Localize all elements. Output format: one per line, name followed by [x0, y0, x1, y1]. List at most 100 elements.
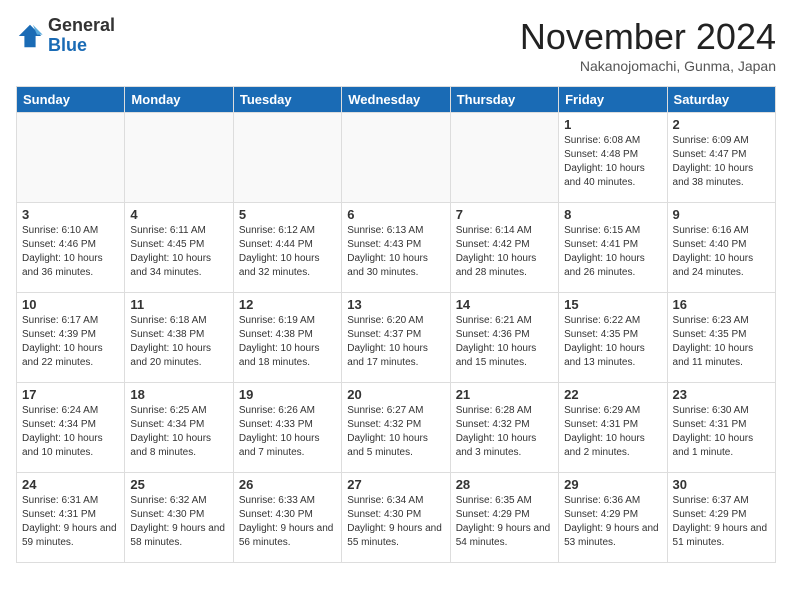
- day-info: Sunrise: 6:28 AM Sunset: 4:32 PM Dayligh…: [456, 404, 553, 460]
- day-info: Sunrise: 6:27 AM Sunset: 4:32 PM Dayligh…: [347, 404, 444, 460]
- calendar-cell: 13Sunrise: 6:20 AM Sunset: 4:37 PM Dayli…: [342, 293, 450, 383]
- day-info: Sunrise: 6:22 AM Sunset: 4:35 PM Dayligh…: [564, 314, 661, 370]
- day-info: Sunrise: 6:11 AM Sunset: 4:45 PM Dayligh…: [130, 224, 227, 280]
- calendar-cell: 14Sunrise: 6:21 AM Sunset: 4:36 PM Dayli…: [450, 293, 558, 383]
- day-number: 23: [673, 387, 770, 402]
- calendar-cell: 20 Sunrise: 6:27 AM Sunset: 4:32 PM Dayli…: [342, 383, 450, 473]
- day-info: Sunrise: 6:37 AM Sunset: 4:29 PM Dayligh…: [673, 494, 770, 550]
- calendar-cell: [125, 113, 233, 203]
- day-info: Sunrise: 6:26 AM Sunset: 4:33 PM Dayligh…: [239, 404, 336, 460]
- day-number: 7: [456, 207, 553, 222]
- day-number: 9: [673, 207, 770, 222]
- day-number: 28: [456, 477, 553, 492]
- day-info: Sunrise: 6:33 AM Sunset: 4:30 PM Dayligh…: [239, 494, 336, 550]
- day-info: Sunrise: 6:13 AM Sunset: 4:43 PM Dayligh…: [347, 224, 444, 280]
- day-number: 25: [130, 477, 227, 492]
- calendar-cell: 23Sunrise: 6:30 AM Sunset: 4:31 PM Dayli…: [667, 383, 775, 473]
- calendar-cell: 21Sunrise: 6:28 AM Sunset: 4:32 PM Dayli…: [450, 383, 558, 473]
- day-info: Sunrise: 6:19 AM Sunset: 4:38 PM Dayligh…: [239, 314, 336, 370]
- calendar-cell: 16Sunrise: 6:23 AM Sunset: 4:35 PM Dayli…: [667, 293, 775, 383]
- week-row-5: 24 Sunrise: 6:31 AM Sunset: 4:31 PM Dayli…: [17, 473, 776, 563]
- day-info: Sunrise: 6:34 AM Sunset: 4:30 PM Dayligh…: [347, 494, 444, 550]
- day-number: 10: [22, 297, 119, 312]
- page-header: General Blue November 2024 Nakanojomachi…: [16, 16, 776, 74]
- day-number: 8: [564, 207, 661, 222]
- day-info: Sunrise: 6:14 AM Sunset: 4:42 PM Dayligh…: [456, 224, 553, 280]
- day-number: 30: [673, 477, 770, 492]
- day-number: 3: [22, 207, 119, 222]
- calendar-cell: [17, 113, 125, 203]
- week-row-1: 1 Sunrise: 6:08 AM Sunset: 4:48 PM Daylig…: [17, 113, 776, 203]
- day-info: Sunrise: 6:24 AM Sunset: 4:34 PM Dayligh…: [22, 404, 119, 460]
- calendar-header-row: SundayMondayTuesdayWednesdayThursdayFrid…: [17, 87, 776, 113]
- col-header-thursday: Thursday: [450, 87, 558, 113]
- title-block: November 2024 Nakanojomachi, Gunma, Japa…: [520, 16, 776, 74]
- day-number: 19: [239, 387, 336, 402]
- day-number: 29: [564, 477, 661, 492]
- calendar-cell: 10 Sunrise: 6:17 AM Sunset: 4:39 PM Dayli…: [17, 293, 125, 383]
- day-number: 26: [239, 477, 336, 492]
- logo-text: General Blue: [48, 16, 115, 56]
- calendar-cell: 11Sunrise: 6:18 AM Sunset: 4:38 PM Dayli…: [125, 293, 233, 383]
- day-number: 17: [22, 387, 119, 402]
- week-row-4: 17 Sunrise: 6:24 AM Sunset: 4:34 PM Dayli…: [17, 383, 776, 473]
- calendar-cell: 26 Sunrise: 6:33 AM Sunset: 4:30 PM Dayli…: [233, 473, 341, 563]
- logo-general: General: [48, 16, 115, 36]
- day-number: 20: [347, 387, 444, 402]
- day-info: Sunrise: 6:10 AM Sunset: 4:46 PM Dayligh…: [22, 224, 119, 280]
- col-header-sunday: Sunday: [17, 87, 125, 113]
- col-header-saturday: Saturday: [667, 87, 775, 113]
- day-info: Sunrise: 6:15 AM Sunset: 4:41 PM Dayligh…: [564, 224, 661, 280]
- day-info: Sunrise: 6:35 AM Sunset: 4:29 PM Dayligh…: [456, 494, 553, 550]
- day-info: Sunrise: 6:25 AM Sunset: 4:34 PM Dayligh…: [130, 404, 227, 460]
- day-info: Sunrise: 6:09 AM Sunset: 4:47 PM Dayligh…: [673, 134, 770, 190]
- day-number: 4: [130, 207, 227, 222]
- col-header-tuesday: Tuesday: [233, 87, 341, 113]
- week-row-2: 3 Sunrise: 6:10 AM Sunset: 4:46 PM Daylig…: [17, 203, 776, 293]
- week-row-3: 10 Sunrise: 6:17 AM Sunset: 4:39 PM Dayli…: [17, 293, 776, 383]
- day-info: Sunrise: 6:31 AM Sunset: 4:31 PM Dayligh…: [22, 494, 119, 550]
- day-number: 14: [456, 297, 553, 312]
- day-info: Sunrise: 6:08 AM Sunset: 4:48 PM Dayligh…: [564, 134, 661, 190]
- calendar-cell: 17 Sunrise: 6:24 AM Sunset: 4:34 PM Dayli…: [17, 383, 125, 473]
- calendar-cell: 15Sunrise: 6:22 AM Sunset: 4:35 PM Dayli…: [559, 293, 667, 383]
- calendar-table: SundayMondayTuesdayWednesdayThursdayFrid…: [16, 86, 776, 563]
- logo-icon: [16, 22, 44, 50]
- calendar-cell: 2 Sunrise: 6:09 AM Sunset: 4:47 PM Daylig…: [667, 113, 775, 203]
- calendar-cell: 8 Sunrise: 6:15 AM Sunset: 4:41 PM Daylig…: [559, 203, 667, 293]
- day-info: Sunrise: 6:16 AM Sunset: 4:40 PM Dayligh…: [673, 224, 770, 280]
- calendar-cell: 30 Sunrise: 6:37 AM Sunset: 4:29 PM Dayli…: [667, 473, 775, 563]
- day-number: 1: [564, 117, 661, 132]
- calendar-cell: 28 Sunrise: 6:35 AM Sunset: 4:29 PM Dayli…: [450, 473, 558, 563]
- calendar-cell: 18Sunrise: 6:25 AM Sunset: 4:34 PM Dayli…: [125, 383, 233, 473]
- calendar-cell: 7 Sunrise: 6:14 AM Sunset: 4:42 PM Daylig…: [450, 203, 558, 293]
- logo: General Blue: [16, 16, 115, 56]
- day-info: Sunrise: 6:36 AM Sunset: 4:29 PM Dayligh…: [564, 494, 661, 550]
- calendar-cell: 24 Sunrise: 6:31 AM Sunset: 4:31 PM Dayli…: [17, 473, 125, 563]
- col-header-monday: Monday: [125, 87, 233, 113]
- day-info: Sunrise: 6:12 AM Sunset: 4:44 PM Dayligh…: [239, 224, 336, 280]
- day-info: Sunrise: 6:29 AM Sunset: 4:31 PM Dayligh…: [564, 404, 661, 460]
- calendar-cell: 5 Sunrise: 6:12 AM Sunset: 4:44 PM Daylig…: [233, 203, 341, 293]
- day-number: 27: [347, 477, 444, 492]
- day-number: 11: [130, 297, 227, 312]
- calendar-cell: 6 Sunrise: 6:13 AM Sunset: 4:43 PM Daylig…: [342, 203, 450, 293]
- day-number: 2: [673, 117, 770, 132]
- calendar-cell: 12 Sunrise: 6:19 AM Sunset: 4:38 PM Dayli…: [233, 293, 341, 383]
- calendar-cell: 4 Sunrise: 6:11 AM Sunset: 4:45 PM Daylig…: [125, 203, 233, 293]
- calendar-cell: 1 Sunrise: 6:08 AM Sunset: 4:48 PM Daylig…: [559, 113, 667, 203]
- logo-blue: Blue: [48, 36, 115, 56]
- calendar-cell: 9 Sunrise: 6:16 AM Sunset: 4:40 PM Daylig…: [667, 203, 775, 293]
- calendar-cell: 19 Sunrise: 6:26 AM Sunset: 4:33 PM Dayli…: [233, 383, 341, 473]
- day-info: Sunrise: 6:20 AM Sunset: 4:37 PM Dayligh…: [347, 314, 444, 370]
- day-number: 5: [239, 207, 336, 222]
- calendar-cell: [233, 113, 341, 203]
- day-number: 16: [673, 297, 770, 312]
- day-info: Sunrise: 6:17 AM Sunset: 4:39 PM Dayligh…: [22, 314, 119, 370]
- day-number: 6: [347, 207, 444, 222]
- calendar-cell: 25Sunrise: 6:32 AM Sunset: 4:30 PM Dayli…: [125, 473, 233, 563]
- day-number: 12: [239, 297, 336, 312]
- month-title: November 2024: [520, 16, 776, 58]
- day-number: 24: [22, 477, 119, 492]
- col-header-wednesday: Wednesday: [342, 87, 450, 113]
